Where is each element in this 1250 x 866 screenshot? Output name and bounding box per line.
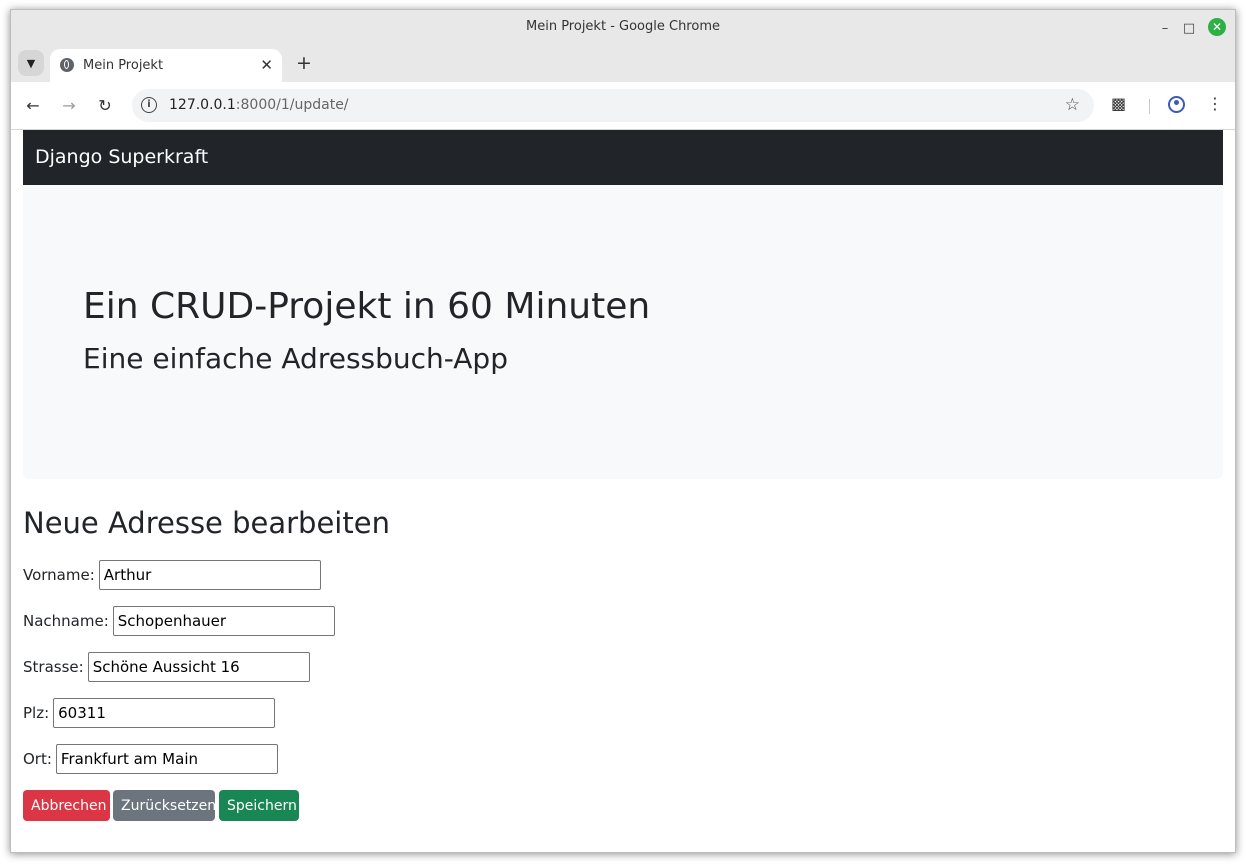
reload-icon[interactable]: ↻ [94,94,116,116]
form-heading: Neue Adresse bearbeiten [23,506,390,540]
jumbotron-subtitle: Eine einfache Adressbuch-App [83,342,508,375]
new-tab-plus-icon[interactable]: + [294,52,314,74]
plz-input[interactable] [53,698,276,728]
field-row-ort: Ort: [23,744,278,774]
forward-arrow-icon[interactable]: → [58,94,80,116]
url-text: 127.0.0.1:8000/1/update/ [169,97,349,113]
tab-mein-projekt[interactable]: Mein Projekt ✕ [50,49,282,82]
vorname-label: Vorname: [23,566,95,584]
browser-toolbar: ← → ↻ i 127.0.0.1:8000/1/update/ ☆ ▩ ⋮ [11,82,1235,130]
ort-label: Ort: [23,750,52,768]
field-row-strasse: Strasse: [23,652,310,682]
vorname-input[interactable] [98,560,321,590]
tab-search-chevron-icon[interactable]: ▼ [18,50,44,76]
field-row-nachname: Nachname: [23,606,335,636]
title-bar: Mein Projekt - Google Chrome – □ ✕ [11,10,1235,46]
window-title: Mein Projekt - Google Chrome [526,19,720,34]
profile-avatar-icon[interactable] [1168,96,1185,113]
close-window-icon[interactable]: ✕ [1208,18,1226,36]
tab-strip: ▼ Mein Projekt ✕ + [11,46,1235,82]
back-arrow-icon[interactable]: ← [22,94,44,116]
navbar-brand-link[interactable]: Django Superkraft [35,146,208,168]
strasse-label: Strasse: [23,658,84,676]
kebab-menu-icon[interactable]: ⋮ [1207,94,1223,113]
extensions-puzzle-icon[interactable]: ▩ [1111,94,1126,113]
jumbotron-title: Ein CRUD-Projekt in 60 Minuten [83,286,651,327]
toolbar-divider [1149,99,1150,114]
plz-label: Plz: [23,704,50,722]
nachname-input[interactable] [112,606,335,636]
ort-input[interactable] [55,744,278,774]
tab-close-icon[interactable]: ✕ [260,56,273,74]
browser-window: Mein Projekt - Google Chrome – □ ✕ ▼ Mei… [10,9,1236,853]
tab-title: Mein Projekt [83,58,164,73]
cancel-button[interactable]: Abbrechen [23,790,110,821]
url-host: 127.0.0.1 [169,97,236,113]
address-bar[interactable]: i 127.0.0.1:8000/1/update/ ☆ [132,89,1094,122]
bookmark-star-icon[interactable]: ☆ [1065,95,1080,115]
reset-button[interactable]: Zurücksetzen [113,790,216,821]
nachname-label: Nachname: [23,612,109,630]
url-path: :8000/1/update/ [235,97,349,113]
strasse-input[interactable] [87,652,310,682]
site-info-icon[interactable]: i [141,97,157,113]
globe-icon [60,58,74,72]
jumbotron: Ein CRUD-Projekt in 60 Minuten Eine einf… [23,185,1223,479]
field-row-vorname: Vorname: [23,560,321,590]
web-page: Django Superkraft Ein CRUD-Projekt in 60… [11,130,1235,852]
site-navbar: Django Superkraft [23,130,1223,185]
maximize-icon[interactable]: □ [1179,18,1199,38]
save-button[interactable]: Speichern [219,790,299,821]
minimize-icon[interactable]: – [1155,18,1175,38]
field-row-plz: Plz: [23,698,276,728]
